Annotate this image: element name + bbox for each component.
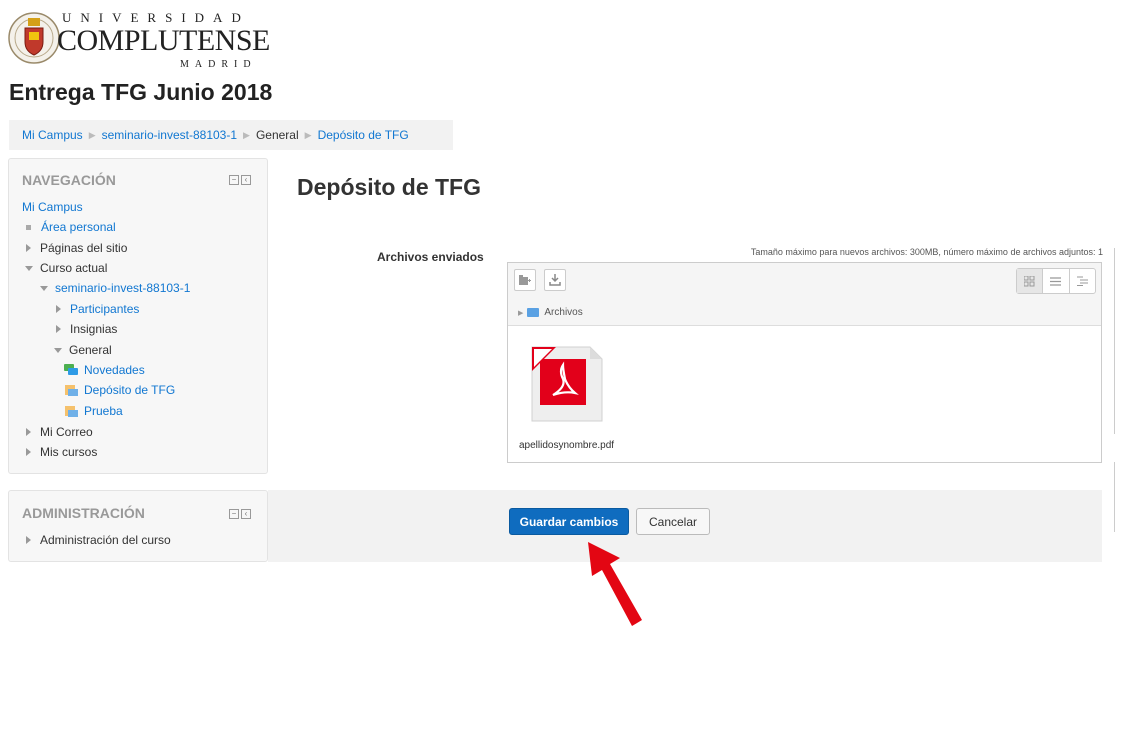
breadcrumb-mi-campus[interactable]: Mi Campus: [22, 128, 83, 142]
nav-label: Insignias: [70, 322, 118, 336]
save-changes-button[interactable]: Guardar cambios: [509, 508, 629, 535]
breadcrumb-separator-icon: ▶: [88, 129, 96, 140]
files-label: Archivos enviados: [377, 250, 484, 264]
navigation-title: NAVEGACIÓN: [22, 172, 116, 188]
breadcrumb-separator-icon: ▶: [304, 129, 312, 140]
file-manager-toolbar: [508, 263, 1101, 301]
nav-label: Curso actual: [40, 261, 108, 275]
block-controls: − ‹: [229, 509, 253, 520]
collapse-arrow-icon: [25, 265, 33, 271]
nav-item-deposito-de-tfg[interactable]: Depósito de TFG: [64, 383, 175, 397]
nav-label: Mi Correo: [40, 425, 93, 439]
bullet-icon: [26, 224, 31, 230]
collapse-icon[interactable]: −: [229, 509, 239, 519]
nav-item-course[interactable]: seminario-invest-88103-1: [40, 281, 190, 295]
expand-arrow-icon: [56, 305, 61, 313]
tree-icon: [1076, 276, 1088, 286]
assignment-icon: [65, 406, 78, 417]
nav-label: Mis cursos: [40, 445, 98, 459]
nav-label: seminario-invest-88103-1: [55, 281, 191, 295]
form-footer: Guardar cambios Cancelar: [268, 490, 1102, 562]
nav-item-paginas-del-sitio[interactable]: Páginas del sitio: [26, 241, 127, 255]
navigation-block: NAVEGACIÓN − ‹ Mi Campus Área personal P…: [8, 158, 268, 474]
file-manager: ▶ Archivos apellidosynombre.pdf: [507, 262, 1102, 463]
folder-add-icon: [519, 275, 531, 285]
assignment-icon: [65, 385, 78, 396]
nav-item-mi-campus[interactable]: Mi Campus: [22, 200, 83, 214]
nav-label: Novedades: [84, 363, 145, 377]
path-label[interactable]: Archivos: [544, 307, 582, 318]
file-manager-path: ▶ Archivos: [508, 300, 1101, 326]
nav-item-general[interactable]: General: [54, 343, 112, 357]
nav-item-area-personal[interactable]: Área personal: [26, 220, 116, 234]
breadcrumb-separator-icon: ▶: [243, 129, 250, 140]
nav-item-mi-correo[interactable]: Mi Correo: [26, 425, 93, 439]
dock-icon[interactable]: ‹: [241, 509, 251, 519]
folder-icon: [527, 308, 540, 317]
expand-arrow-icon: [26, 536, 31, 544]
expand-arrow-icon: [56, 325, 61, 333]
page-title: Entrega TFG Junio 2018: [9, 79, 273, 105]
nav-item-administracion-del-curso[interactable]: Administración del curso: [26, 533, 171, 547]
grid-icon: [1024, 275, 1035, 286]
collapse-icon[interactable]: −: [229, 175, 239, 185]
collapse-arrow-icon: [54, 347, 62, 353]
view-mode-group: [1016, 268, 1096, 294]
nav-label: Administración del curso: [40, 533, 171, 547]
expand-arrow-icon: [26, 428, 31, 436]
nav-label: Prueba: [84, 404, 123, 418]
pdf-file-tile[interactable]: [526, 345, 606, 425]
collapse-arrow-icon: [40, 285, 48, 291]
download-icon: [549, 274, 561, 286]
nav-label: General: [69, 343, 112, 357]
tree-view-button[interactable]: [1070, 269, 1095, 293]
nav-item-curso-actual[interactable]: Curso actual: [25, 261, 107, 275]
breadcrumb-course[interactable]: seminario-invest-88103-1: [102, 128, 237, 142]
nav-item-prueba[interactable]: Prueba: [64, 404, 123, 418]
nav-label: Mi Campus: [22, 200, 83, 214]
scroll-rule: [1114, 462, 1115, 532]
path-arrow-icon: ▶: [518, 309, 524, 317]
nav-label: Participantes: [70, 302, 140, 316]
breadcrumb: Mi Campus ▶ seminario-invest-88103-1 ▶ G…: [9, 120, 453, 150]
block-controls: − ‹: [229, 175, 253, 186]
expand-arrow-icon: [26, 448, 31, 456]
dock-icon[interactable]: ‹: [241, 175, 251, 185]
pdf-icon: [531, 346, 603, 422]
administration-title: ADMINISTRACIÓN: [22, 505, 145, 521]
max-size-info: Tamaño máximo para nuevos archivos: 300M…: [750, 247, 1103, 257]
nav-item-mis-cursos[interactable]: Mis cursos: [26, 445, 97, 459]
forum-icon: [64, 364, 78, 375]
cancel-button[interactable]: Cancelar: [636, 508, 710, 535]
list-view-button[interactable]: [1043, 269, 1070, 293]
nav-item-novedades[interactable]: Novedades: [64, 363, 145, 377]
annotation-arrow-icon: [588, 542, 642, 626]
expand-arrow-icon: [26, 244, 31, 252]
icon-view-button[interactable]: [1017, 269, 1044, 293]
nav-item-participantes[interactable]: Participantes: [56, 302, 139, 316]
logo-line-complutense: COMPLUTENSE: [57, 24, 270, 57]
nav-label: Depósito de TFG: [84, 383, 176, 397]
crest-icon: [8, 12, 60, 64]
breadcrumb-general[interactable]: General: [256, 128, 299, 142]
main-heading: Depósito de TFG: [297, 174, 481, 200]
list-icon: [1050, 276, 1062, 286]
logo-line-madrid: MADRID: [180, 59, 257, 70]
scroll-rule: [1114, 248, 1115, 434]
pdf-file-name[interactable]: apellidosynombre.pdf: [519, 440, 614, 451]
nav-label: Páginas del sitio: [40, 241, 128, 255]
nav-label: Área personal: [41, 220, 116, 234]
create-folder-button[interactable]: [514, 269, 536, 291]
administration-block: ADMINISTRACIÓN − ‹ Administración del cu…: [8, 490, 268, 562]
breadcrumb-current[interactable]: Depósito de TFG: [318, 128, 409, 142]
nav-item-insignias[interactable]: Insignias: [56, 322, 117, 336]
download-button[interactable]: [544, 269, 566, 291]
